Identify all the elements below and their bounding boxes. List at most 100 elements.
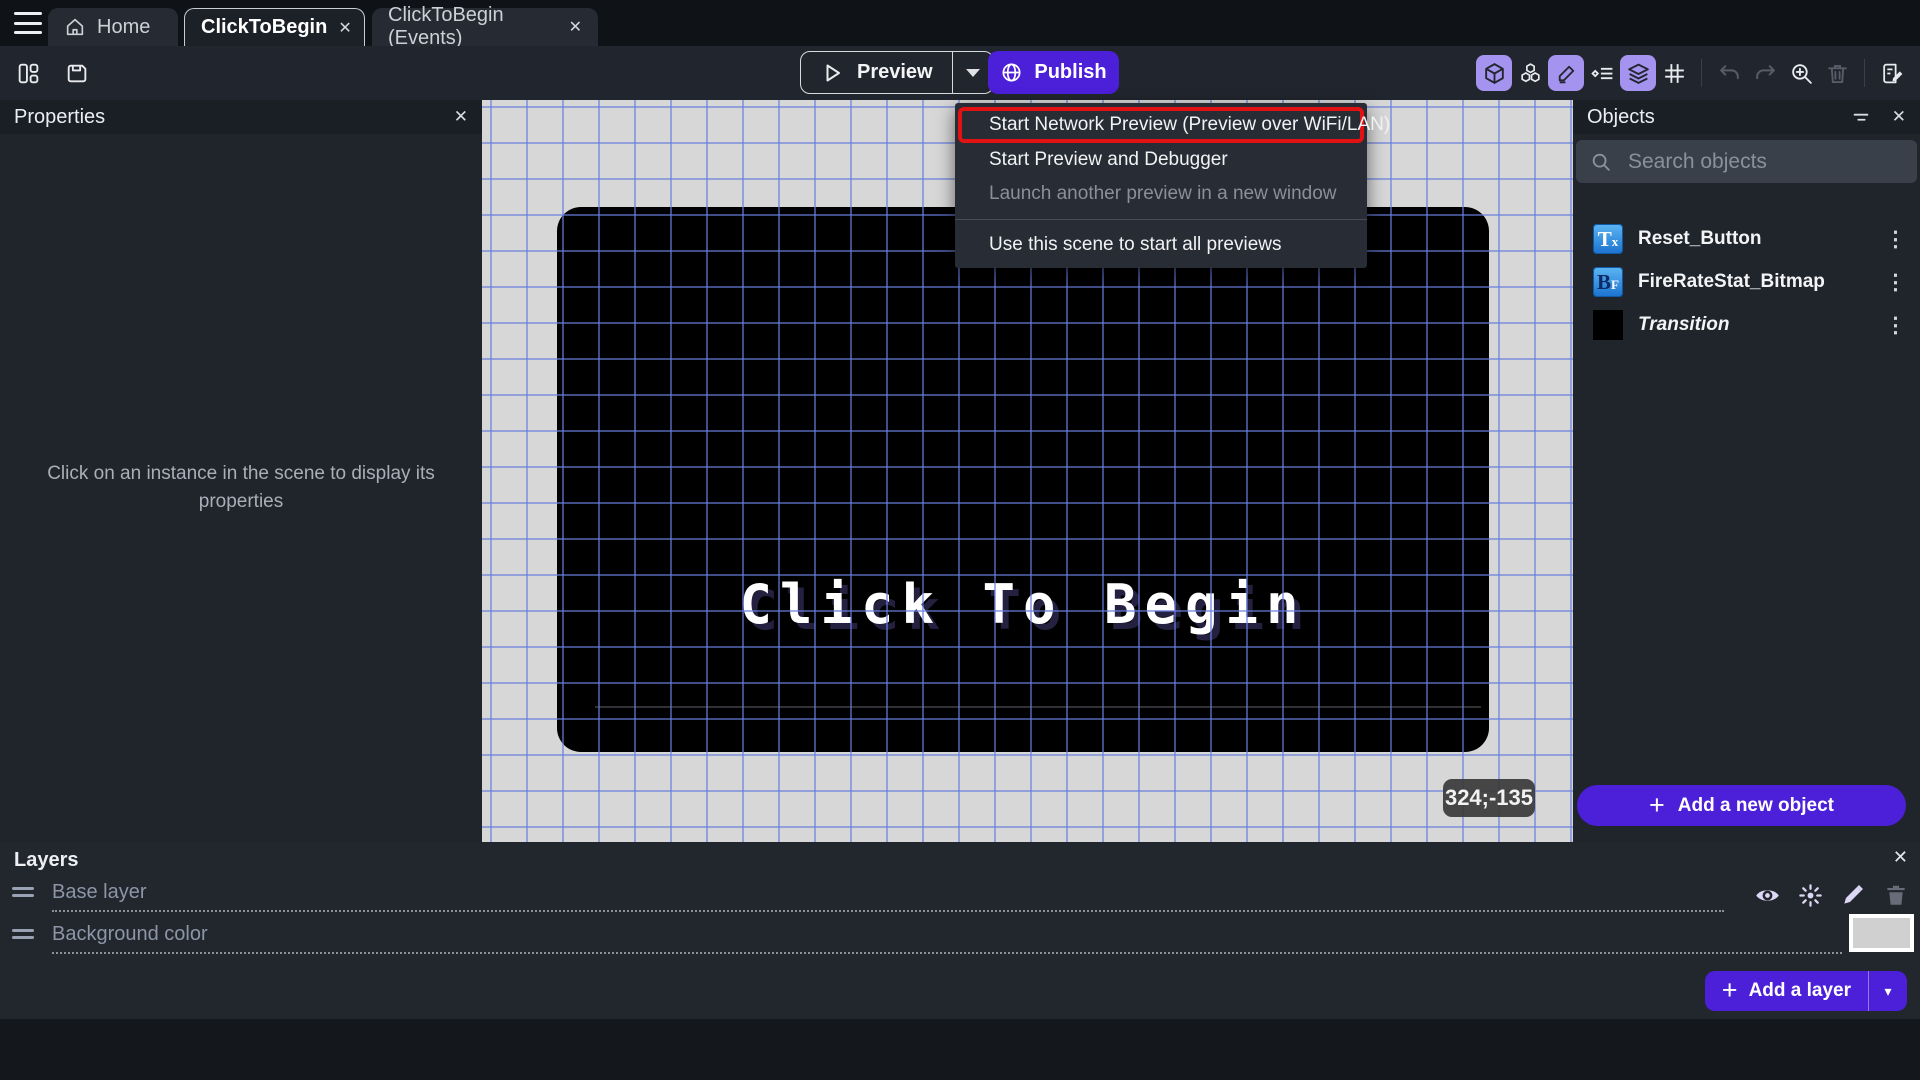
delete-button[interactable]: [1819, 55, 1855, 91]
tab-events-clicktobegin[interactable]: ClickToBegin (Events) ✕: [372, 4, 598, 49]
layers-icon: [1627, 63, 1649, 84]
drag-handle-icon[interactable]: [12, 929, 34, 943]
close-icon[interactable]: ✕: [1892, 107, 1906, 127]
layer-row-background-color[interactable]: Background color: [0, 916, 1920, 956]
chevron-down-icon: [965, 68, 980, 77]
close-tab-icon[interactable]: ✕: [338, 18, 351, 38]
object-menu-kebab-icon[interactable]: ⋮: [1881, 227, 1910, 252]
game-title-text: Click To Begin: [739, 573, 1307, 636]
tab-scene-clicktobegin[interactable]: ClickToBegin ✕: [184, 8, 365, 46]
tab-home[interactable]: Home: [48, 8, 178, 46]
publish-button-label: Publish: [1034, 61, 1107, 83]
instances-list-toggle-button[interactable]: [1584, 55, 1620, 91]
layers-panel-toggle-button[interactable]: [1620, 55, 1656, 91]
properties-panel: Properties ✕ Click on an instance in the…: [0, 100, 482, 842]
tab-scene-label: ClickToBegin: [201, 16, 328, 38]
layer-name-underline: [52, 952, 1842, 954]
menu-item-start-network-preview[interactable]: Start Network Preview (Preview over WiFi…: [958, 107, 1390, 143]
layers-panel: Layers ✕ Base layer Background color + A…: [0, 842, 1920, 1019]
close-tab-icon[interactable]: ✕: [569, 17, 582, 37]
globe-icon: [1002, 63, 1021, 82]
tab-bar: Home ClickToBegin ✕ ClickToBegin (Events…: [0, 0, 1920, 49]
objects-panel-title: Objects: [1587, 105, 1655, 128]
eye-icon: [1755, 889, 1779, 901]
cursor-coordinates-badge: 324;-135: [1443, 779, 1535, 817]
scene-properties-icon: [1882, 63, 1902, 83]
game-screen-background[interactable]: Click To Begin: [557, 207, 1489, 752]
menu-divider: [955, 219, 1367, 220]
open-panels-layout-button[interactable]: [10, 55, 46, 91]
preview-options-menu: Start Network Preview (Preview over WiFi…: [955, 103, 1390, 268]
filter-icon[interactable]: [1850, 106, 1872, 128]
edit-scene-properties-button[interactable]: [1874, 55, 1910, 91]
toolbar-divider: [1864, 59, 1865, 87]
layer-name-field[interactable]: Background color: [52, 923, 208, 946]
game-progress-line: [595, 706, 1481, 708]
properties-panel-title: Properties: [14, 105, 106, 128]
black-square-thumbnail: [1593, 310, 1623, 340]
panels-layout-icon: [18, 63, 38, 83]
trash-icon: [1887, 885, 1905, 905]
layer-effects-button[interactable]: [1794, 879, 1826, 911]
grid-toggle-button[interactable]: [1656, 55, 1692, 91]
layer-edit-button[interactable]: [1837, 879, 1869, 911]
objects-panel: Objects ✕ Tx Reset_Button ⋮ BF: [1573, 100, 1920, 842]
tab-events-label: ClickToBegin (Events): [388, 4, 504, 49]
toggle-3d-view-button[interactable]: [1476, 55, 1512, 91]
objects-list-toggle-button[interactable]: [1512, 55, 1548, 91]
home-icon: [66, 18, 84, 36]
add-new-object-label: Add a new object: [1677, 794, 1835, 816]
menu-item-start-preview-debugger[interactable]: Start Preview and Debugger: [955, 143, 1367, 177]
cube-icon: [1484, 62, 1504, 84]
window-bottom-margin: [0, 1019, 1920, 1080]
zoom-in-icon: [1791, 63, 1812, 84]
objects-search-box: [1576, 140, 1917, 183]
editor-toolbar: Preview Publish: [0, 46, 1920, 100]
layer-visibility-button[interactable]: [1751, 879, 1783, 911]
text-object-icon: Tx: [1593, 224, 1623, 254]
preview-button[interactable]: Preview: [801, 52, 952, 93]
add-layer-button[interactable]: + Add a layer: [1705, 971, 1868, 1011]
search-objects-input[interactable]: [1626, 148, 1903, 175]
add-layer-dropdown-button[interactable]: ▾: [1868, 971, 1907, 1011]
objects-panel-header: Objects ✕: [1573, 100, 1920, 134]
object-row-reset-button[interactable]: Tx Reset_Button ⋮: [1573, 218, 1920, 260]
background-color-swatch[interactable]: [1849, 914, 1914, 952]
object-menu-kebab-icon[interactable]: ⋮: [1881, 270, 1910, 295]
redo-button[interactable]: [1747, 55, 1783, 91]
effects-sun-icon: [1798, 883, 1822, 907]
add-layer-split-button[interactable]: + Add a layer ▾: [1704, 971, 1907, 1011]
redo-icon: [1755, 64, 1775, 79]
menu-item-use-scene-for-previews[interactable]: Use this scene to start all previews: [955, 228, 1367, 262]
object-row-fireratestat-bitmap[interactable]: BF FireRateStat_Bitmap ⋮: [1573, 261, 1920, 303]
menu-item-launch-another-preview[interactable]: Launch another preview in a new window: [955, 177, 1367, 211]
object-menu-kebab-icon[interactable]: ⋮: [1881, 313, 1910, 338]
object-row-transition[interactable]: Transition ⋮: [1573, 304, 1920, 346]
object-name: Transition: [1638, 314, 1730, 335]
close-icon[interactable]: ✕: [454, 107, 468, 127]
object-name: Reset_Button: [1638, 228, 1762, 249]
object-cubes-icon: [1520, 62, 1540, 82]
preview-split-button[interactable]: Preview: [800, 51, 994, 94]
search-icon: [1592, 153, 1610, 171]
gdevelop-editor-window: Home ClickToBegin ✕ ClickToBegin (Events…: [0, 0, 1920, 1080]
pencil-icon: [1558, 65, 1574, 83]
layer-name-field[interactable]: Base layer: [52, 881, 147, 904]
edit-mode-toggle-button[interactable]: [1548, 55, 1584, 91]
publish-button[interactable]: Publish: [988, 51, 1119, 94]
bitmap-font-object-icon: BF: [1593, 267, 1623, 297]
play-icon: [826, 64, 840, 81]
properties-panel-header: Properties ✕: [0, 100, 482, 134]
main-menu-hamburger-icon[interactable]: [14, 12, 42, 34]
close-icon[interactable]: ✕: [1893, 847, 1908, 868]
drag-handle-icon[interactable]: [12, 887, 34, 901]
layer-delete-button[interactable]: [1880, 879, 1912, 911]
add-new-object-button[interactable]: + Add a new object: [1577, 785, 1906, 826]
preview-options-dropdown-button[interactable]: [951, 52, 993, 93]
zoom-in-button[interactable]: [1783, 55, 1819, 91]
save-project-button[interactable]: [58, 55, 94, 91]
layer-row-base-layer[interactable]: Base layer: [0, 874, 1920, 914]
toolbar-divider: [1701, 59, 1702, 87]
undo-button[interactable]: [1711, 55, 1747, 91]
pencil-icon: [1844, 885, 1863, 904]
